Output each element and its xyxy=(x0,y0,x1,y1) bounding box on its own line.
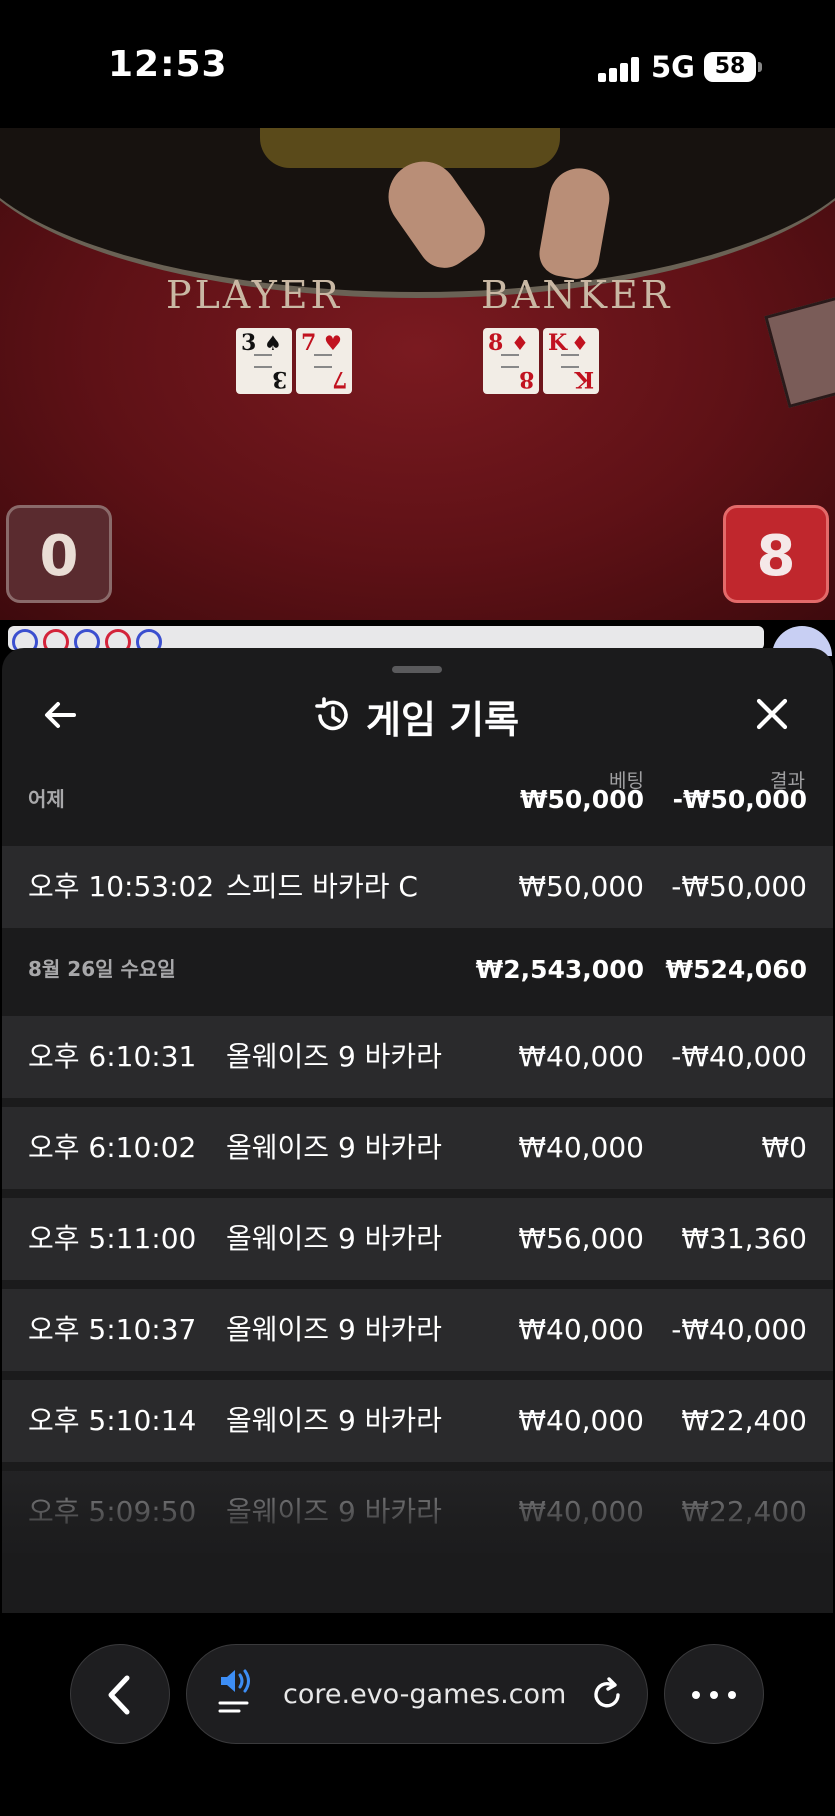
row-result: ₩31,360 xyxy=(681,1222,807,1255)
card-rank: K xyxy=(548,330,568,356)
history-icon xyxy=(315,697,348,731)
card-shoe xyxy=(764,292,835,409)
history-row[interactable]: 오후 5:10:14 올웨이즈 9 바카라 ₩40,000 ₩22,400 xyxy=(2,1380,833,1462)
row-time: 오후 6:10:31 xyxy=(28,1040,197,1073)
row-game: 스피드 바카라 C xyxy=(226,870,418,903)
row-bet: ₩40,000 xyxy=(518,1404,644,1437)
history-sheet: 게임 기록 베팅 결과 어제 ₩50,000 -₩50,000 오후 10:53:02… xyxy=(2,648,833,1613)
row-bet: ₩40,000 xyxy=(518,1313,644,1346)
row-game: 올웨이즈 9 바카라 xyxy=(226,1313,442,1346)
card-rank-inverted: 7 xyxy=(331,366,347,392)
row-game: 올웨이즈 9 바카라 xyxy=(226,1222,442,1255)
banker-label: BANKER xyxy=(481,273,673,317)
reload-icon[interactable] xyxy=(587,1675,627,1715)
history-row[interactable]: 오후 5:11:00 올웨이즈 9 바카라 ₩56,000 ₩31,360 xyxy=(2,1198,833,1280)
row-time: 오후 5:11:00 xyxy=(28,1222,197,1255)
history-row[interactable]: 오후 5:10:37 올웨이즈 9 바카라 ₩40,000 -₩40,000 xyxy=(2,1289,833,1371)
row-time: 오후 5:10:37 xyxy=(28,1313,197,1346)
date-label: 어제 xyxy=(28,787,65,811)
row-game: 올웨이즈 9 바카라 xyxy=(226,1040,442,1073)
row-result: ₩22,400 xyxy=(681,1404,807,1437)
page-title: 게임 기록 xyxy=(366,697,520,742)
card-rank-inverted: K xyxy=(574,366,594,392)
card-rank-inverted: 8 xyxy=(518,366,534,392)
row-result: -₩50,000 xyxy=(671,870,807,903)
arrow-left-icon[interactable] xyxy=(40,695,80,735)
playing-card: 8 ♦ 8 xyxy=(483,328,539,394)
player-cards: 3 ♠ 3 7 ♥ 7 xyxy=(236,328,352,394)
row-bet: ₩50,000 xyxy=(518,870,644,903)
date-label: 8월 26일 수요일 xyxy=(28,957,176,981)
row-bet: ₩40,000 xyxy=(518,1131,644,1164)
player-label: PLAYER xyxy=(166,273,343,317)
row-time: 오후 6:10:02 xyxy=(28,1131,197,1164)
url-text: core.evo-games.com xyxy=(283,1679,567,1710)
card-center xyxy=(501,354,519,368)
playing-card: 7 ♥ 7 xyxy=(296,328,352,394)
signal-icon xyxy=(598,56,639,82)
roadmap xyxy=(8,626,764,655)
group-result-total: -₩50,000 xyxy=(672,785,807,814)
history-row[interactable]: 오후 10:53:02 스피드 바카라 C ₩50,000 -₩50,000 xyxy=(2,846,833,928)
card-rank: 7 xyxy=(301,330,317,356)
date-group-header: 8월 26일 수요일 ₩2,543,000 ₩524,060 xyxy=(2,938,833,990)
row-result: -₩40,000 xyxy=(671,1040,807,1073)
list-fade xyxy=(2,1468,833,1613)
row-result: ₩0 xyxy=(761,1131,808,1164)
card-suit: ♥ xyxy=(324,331,342,355)
row-game: 올웨이즈 9 바카라 xyxy=(226,1404,442,1437)
status-bar: 12:53 5G 58 xyxy=(0,0,835,128)
chevron-left-icon xyxy=(108,1675,130,1715)
more-icon xyxy=(692,1691,736,1699)
network-label: 5G xyxy=(651,50,695,84)
status-time: 12:53 xyxy=(108,44,228,85)
card-center xyxy=(254,354,272,368)
playing-card: 3 ♠ 3 xyxy=(236,328,292,394)
card-rank: 8 xyxy=(488,330,504,356)
row-bet: ₩56,000 xyxy=(518,1222,644,1255)
card-rank-inverted: 3 xyxy=(271,366,287,392)
browser-back-button[interactable] xyxy=(70,1644,170,1744)
browser-toolbar: core.evo-games.com xyxy=(0,1613,835,1816)
close-icon[interactable] xyxy=(752,694,792,734)
player-score: 0 xyxy=(6,505,112,603)
speaker-icon[interactable] xyxy=(217,1665,257,1721)
card-rank: 3 xyxy=(241,330,257,356)
row-time: 오후 5:10:14 xyxy=(28,1404,197,1437)
card-suit: ♦ xyxy=(511,331,529,355)
card-suit: ♦ xyxy=(571,331,589,355)
group-bet-total: ₩2,543,000 xyxy=(475,955,644,984)
dealer-sleeves xyxy=(260,128,560,168)
banker-score: 8 xyxy=(723,505,829,603)
battery-level: 58 xyxy=(714,54,746,79)
group-result-total: ₩524,060 xyxy=(665,955,807,984)
battery-icon: 58 xyxy=(704,52,762,82)
row-result: -₩40,000 xyxy=(671,1313,807,1346)
history-row[interactable]: 오후 6:10:31 올웨이즈 9 바카라 ₩40,000 -₩40,000 xyxy=(2,1016,833,1098)
playing-card: K ♦ K xyxy=(543,328,599,394)
row-time: 오후 10:53:02 xyxy=(28,870,215,903)
group-bet-total: ₩50,000 xyxy=(519,785,644,814)
card-suit: ♠ xyxy=(264,331,282,355)
banker-cards: 8 ♦ 8 K ♦ K xyxy=(483,328,599,394)
more-button[interactable] xyxy=(664,1644,764,1744)
sheet-header: 게임 기록 xyxy=(312,692,519,742)
address-bar[interactable]: core.evo-games.com xyxy=(186,1644,648,1744)
date-group-header: 어제 ₩50,000 -₩50,000 xyxy=(2,768,833,820)
history-row[interactable]: 오후 6:10:02 올웨이즈 9 바카라 ₩40,000 ₩0 xyxy=(2,1107,833,1189)
card-center xyxy=(314,354,332,368)
row-bet: ₩40,000 xyxy=(518,1040,644,1073)
game-video: PLAYER BANKER 3 ♠ 3 7 ♥ 7 8 ♦ 8 K ♦ K 0 8 xyxy=(0,128,835,620)
sheet-grabber[interactable] xyxy=(392,666,442,673)
row-game: 올웨이즈 9 바카라 xyxy=(226,1131,442,1164)
